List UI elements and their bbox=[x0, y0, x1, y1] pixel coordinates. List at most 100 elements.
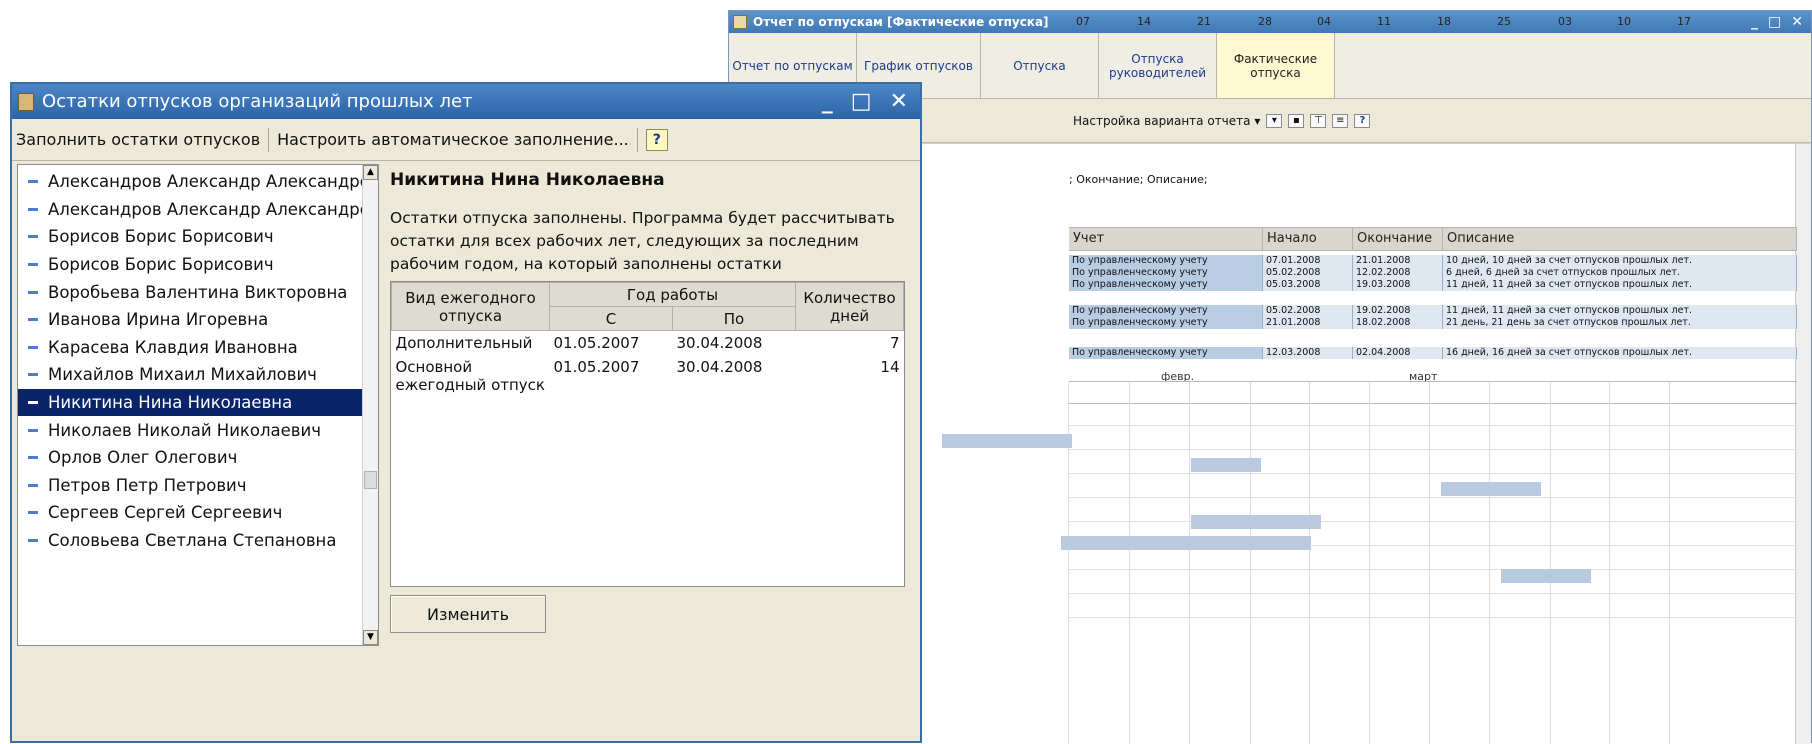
auto-fill-settings-button[interactable]: Настроить автоматическое заполнение... bbox=[277, 130, 629, 149]
employee-name: Петров Петр Петрович bbox=[48, 475, 247, 495]
employee-list-item[interactable]: Борисов Борис Борисович bbox=[18, 251, 378, 279]
report-cell: По управленческому учету bbox=[1069, 279, 1263, 291]
dialog-toolbar: Заполнить остатки отпусков Настроить авт… bbox=[12, 119, 920, 161]
report-cell: 6 дней, 6 дней за счет отпусков прошлых … bbox=[1443, 267, 1797, 279]
header-to: По bbox=[672, 306, 796, 331]
gantt-bar bbox=[1061, 536, 1311, 550]
employee-list-item[interactable]: Орлов Олег Олегович bbox=[18, 444, 378, 472]
employee-icon bbox=[28, 539, 38, 543]
header-vacation-type: Вид ежегодного отпуска bbox=[391, 282, 550, 331]
close-icon[interactable]: ✕ bbox=[1791, 14, 1803, 30]
employee-list-item[interactable]: Карасева Клавдия Ивановна bbox=[18, 334, 378, 362]
gantt-gridline bbox=[1129, 382, 1130, 744]
save-icon[interactable]: ▾ bbox=[1266, 113, 1283, 128]
scroll-down-icon[interactable]: ▼ bbox=[363, 630, 378, 645]
report-row[interactable]: По управленческому учету 07.01.2008 21.01.… bbox=[1069, 255, 1797, 267]
maximize-icon[interactable]: □ bbox=[1768, 14, 1781, 30]
report-cell: 11 дней, 11 дней за счет отпусков прошлы… bbox=[1443, 279, 1797, 291]
report-cell: По управленческому учету bbox=[1069, 347, 1263, 359]
employee-list-item[interactable]: Сергеев Сергей Сергеевич bbox=[18, 499, 378, 527]
report-variant-button[interactable]: Настройка варианта отчета ▾ bbox=[1073, 114, 1260, 128]
header-days: Количество дней bbox=[795, 282, 904, 331]
report-cell: По управленческому учету bbox=[1069, 255, 1263, 267]
gantt-day-label: 10 bbox=[1617, 15, 1631, 28]
scroll-up-icon[interactable]: ▲ bbox=[363, 165, 378, 180]
employee-list-item[interactable]: Михайлов Михаил Михайлович bbox=[18, 361, 378, 389]
report-cell: 07.01.2008 bbox=[1263, 255, 1353, 267]
tab-managers[interactable]: Отпуска руководителей bbox=[1099, 33, 1217, 98]
col-description: Описание bbox=[1443, 228, 1797, 250]
employee-icon bbox=[28, 263, 38, 267]
employee-icon bbox=[28, 483, 38, 487]
gantt-bar bbox=[1501, 569, 1591, 583]
employee-list-item[interactable]: Соловьева Светлана Степановна bbox=[18, 527, 378, 555]
employee-name: Борисов Борис Борисович bbox=[48, 255, 274, 275]
employee-list-item[interactable]: Александров Александр Александро... bbox=[18, 168, 378, 196]
cell-days: 14 bbox=[880, 358, 900, 376]
gantt-row-line bbox=[1069, 449, 1797, 450]
employee-list-item[interactable]: Иванова Ирина Игоревна bbox=[18, 306, 378, 334]
minimize-icon[interactable]: _ bbox=[1751, 14, 1758, 30]
fill-balances-button[interactable]: Заполнить остатки отпусков bbox=[16, 130, 260, 149]
employee-list-item[interactable]: Николаев Николай Николаевич bbox=[18, 416, 378, 444]
gantt-day-label: 07 bbox=[1076, 15, 1090, 28]
gantt-day-label: 04 bbox=[1317, 15, 1331, 28]
employee-icon bbox=[28, 511, 38, 515]
help-icon[interactable]: ? bbox=[1354, 113, 1371, 128]
tab-actual[interactable]: Фактические отпуска bbox=[1217, 33, 1335, 98]
report-row[interactable]: По управленческому учету 12.03.2008 02.04.… bbox=[1069, 347, 1797, 359]
gantt-day-row bbox=[1069, 382, 1797, 404]
gantt-day-label: 17 bbox=[1677, 15, 1691, 28]
header-from: С bbox=[549, 306, 673, 331]
gantt-day-label: 14 bbox=[1137, 15, 1151, 28]
col-start: Начало bbox=[1263, 228, 1353, 250]
gantt-row-line bbox=[1069, 593, 1797, 594]
employee-list-item[interactable]: Борисов Борис Борисович bbox=[18, 223, 378, 251]
employee-name: Борисов Борис Борисович bbox=[48, 227, 274, 247]
employee-list-item[interactable]: Александров Александр Александро... bbox=[18, 196, 378, 224]
toolbar-separator bbox=[268, 127, 270, 152]
report-row[interactable]: По управленческому учету 05.02.2008 12.02.… bbox=[1069, 267, 1797, 279]
cell-to: 30.04.2008 bbox=[676, 334, 763, 352]
report-cell: 19.02.2008 bbox=[1353, 305, 1443, 317]
gantt-row-line bbox=[1069, 425, 1797, 426]
employee-list-item[interactable]: Петров Петр Петрович bbox=[18, 472, 378, 500]
table-row[interactable]: Основной ежегодный отпуск 01.05.2007 30.04… bbox=[392, 355, 904, 397]
scroll-thumb[interactable] bbox=[364, 471, 377, 489]
cell-type: Основной ежегодный отпуск bbox=[395, 358, 545, 394]
employee-icon bbox=[28, 428, 38, 432]
report-cell: 05.03.2008 bbox=[1263, 279, 1353, 291]
header-icon[interactable]: ⊤ bbox=[1310, 113, 1327, 128]
report-window-icon bbox=[733, 15, 747, 29]
tab-vacations[interactable]: Отпуска bbox=[981, 33, 1099, 98]
dialog-title-bar[interactable]: Остатки отпусков организаций прошлых лет… bbox=[12, 84, 920, 119]
employee-list-item[interactable]: Воробьева Валентина Викторовна bbox=[18, 278, 378, 306]
gantt-gridline bbox=[1189, 382, 1190, 744]
gantt-bar bbox=[1191, 515, 1321, 529]
toolbar-separator bbox=[636, 127, 638, 152]
gantt-gridline bbox=[1609, 382, 1610, 744]
report-cell: 10 дней, 10 дней за счет отпусков прошлы… bbox=[1443, 255, 1797, 267]
minimize-icon[interactable]: _ bbox=[822, 89, 833, 114]
employee-name: Воробьева Валентина Викторовна bbox=[48, 282, 348, 302]
cell-from: 01.05.2007 bbox=[553, 334, 640, 352]
cell-days: 7 bbox=[889, 334, 900, 352]
gantt-gridline bbox=[1369, 382, 1370, 744]
report-row[interactable]: По управленческому учету 05.03.2008 19.03.… bbox=[1069, 279, 1797, 291]
employee-list-item[interactable]: Никитина Нина Николаевна bbox=[18, 388, 378, 417]
settings-icon[interactable]: ≡ bbox=[1332, 113, 1349, 128]
close-icon[interactable]: ✕ bbox=[890, 89, 908, 114]
disk-icon[interactable]: ▪ bbox=[1288, 113, 1305, 128]
cell-from: 01.05.2007 bbox=[553, 358, 640, 376]
maximize-icon[interactable]: □ bbox=[851, 89, 872, 114]
report-row[interactable]: По управленческому учету 21.01.2008 18.02.… bbox=[1069, 317, 1797, 329]
employee-icon bbox=[28, 345, 38, 349]
table-row[interactable]: Дополнительный 01.05.2007 30.04.2008 7 bbox=[392, 331, 904, 356]
help-button[interactable]: ? bbox=[645, 128, 668, 151]
change-button[interactable]: Изменить bbox=[390, 595, 546, 633]
report-row[interactable]: По управленческому учету 05.02.2008 19.02.… bbox=[1069, 305, 1797, 317]
employee-icon bbox=[28, 373, 38, 377]
report-scrollbar[interactable] bbox=[1795, 144, 1811, 744]
gantt-row-line bbox=[1069, 473, 1797, 474]
employee-list-scrollbar[interactable]: ▲ ▼ bbox=[362, 165, 378, 645]
